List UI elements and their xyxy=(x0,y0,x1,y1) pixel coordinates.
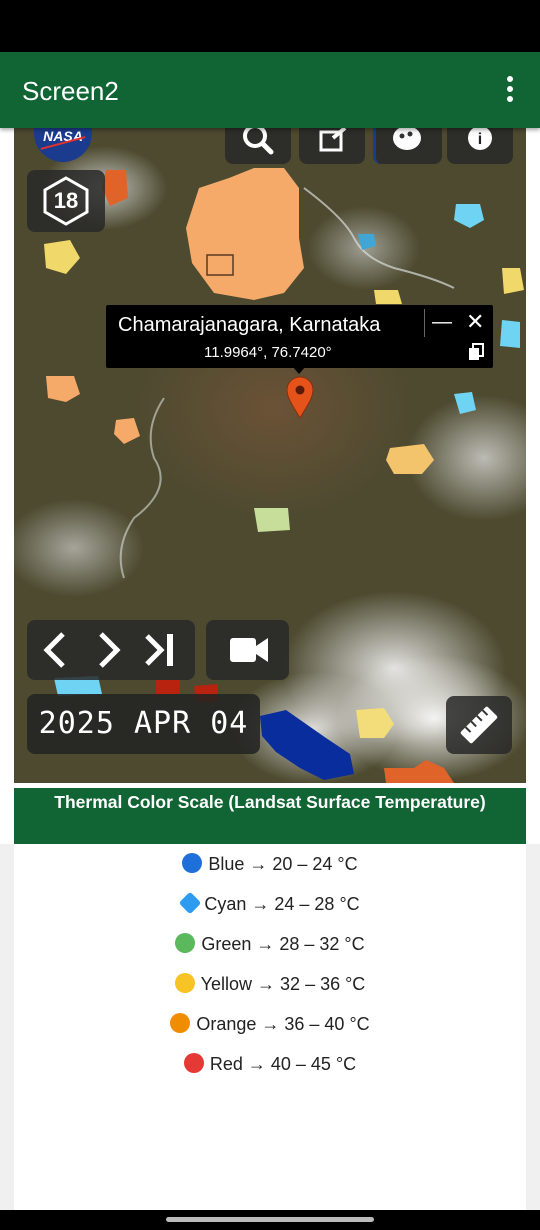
legend-item-orange: Orange → 36 – 40 °C xyxy=(14,1013,526,1035)
system-nav-bar xyxy=(0,1210,540,1230)
thermal-blue-zone xyxy=(260,710,354,780)
next-icon xyxy=(99,632,121,668)
thermal-orange-zone xyxy=(186,168,304,300)
zoom-level-badge[interactable]: 18 xyxy=(27,170,105,232)
ruler-icon xyxy=(460,706,498,744)
blue-diamond-icon xyxy=(179,891,202,915)
info-button[interactable]: i xyxy=(447,128,513,164)
minimize-icon[interactable]: — xyxy=(432,311,452,334)
legend-item-red: Red → 40 – 45 °C xyxy=(14,1053,526,1075)
previous-icon xyxy=(43,632,65,668)
satellite-map[interactable]: NASA i 18 xyxy=(14,128,526,783)
svg-text:i: i xyxy=(478,131,482,148)
app-title: Screen2 xyxy=(22,76,119,106)
location-marker-icon[interactable] xyxy=(285,376,315,420)
location-popup: Chamarajanagara, Karnataka 11.9964°, 76.… xyxy=(106,305,493,368)
thermal-red-zone xyxy=(102,170,128,206)
legend-label: Cyan → 24 – 28 °C xyxy=(204,894,360,914)
info-icon: i xyxy=(468,128,492,150)
search-button[interactable] xyxy=(225,128,291,164)
green-circle-icon xyxy=(175,933,196,954)
palette-button[interactable] xyxy=(373,128,442,164)
playback-icons xyxy=(43,632,173,668)
video-icon xyxy=(230,638,268,662)
orange-circle-icon xyxy=(170,1013,191,1034)
legend-item-green: Green → 28 – 32 °C xyxy=(14,933,526,955)
popup-divider xyxy=(424,309,425,337)
scale-title: Thermal Color Scale (Landsat Surface Tem… xyxy=(14,788,526,844)
legend-label: Green → 28 – 32 °C xyxy=(201,934,365,954)
thermal-legend: Blue → 20 – 24 °C Cyan → 24 – 28 °C Gree… xyxy=(14,844,526,1210)
ruler-button[interactable] xyxy=(446,696,512,754)
popup-place-name: Chamarajanagara, Karnataka xyxy=(118,314,381,336)
legend-label: Orange → 36 – 40 °C xyxy=(196,1014,370,1034)
app-bar: Screen2 xyxy=(0,52,540,128)
legend-item-blue: Blue → 20 – 24 °C xyxy=(14,853,526,875)
legend-item-cyan: Cyan → 24 – 28 °C xyxy=(14,891,526,915)
right-gutter xyxy=(526,844,540,1210)
legend-label: Yellow → 32 – 36 °C xyxy=(200,974,366,994)
playback-controls xyxy=(27,620,195,680)
red-circle-icon xyxy=(183,1053,204,1074)
status-bar xyxy=(0,0,540,52)
legend-label: Red → 40 – 45 °C xyxy=(209,1054,357,1074)
search-icon xyxy=(243,128,274,155)
close-icon[interactable]: ✕ xyxy=(466,309,484,335)
thermal-cyan-zone xyxy=(454,204,484,228)
yellow-circle-icon xyxy=(174,973,195,994)
share-button[interactable] xyxy=(299,128,365,164)
legend-label: Blue → 20 – 24 °C xyxy=(208,854,358,874)
date-display[interactable]: 2025 APR 04 xyxy=(27,694,260,754)
video-button[interactable] xyxy=(206,620,289,680)
home-gesture-pill[interactable] xyxy=(166,1217,374,1222)
copy-icon[interactable] xyxy=(468,343,484,361)
blue-circle-icon xyxy=(182,853,203,874)
popup-coordinates: 11.9964°, 76.7420° xyxy=(204,344,332,361)
left-gutter xyxy=(0,844,14,1210)
more-vert-icon[interactable] xyxy=(500,76,520,106)
zoom-level-text: 18 xyxy=(53,188,79,213)
palette-icon xyxy=(393,128,421,150)
legend-item-yellow: Yellow → 32 – 36 °C xyxy=(14,973,526,995)
skip-to-end-icon xyxy=(145,634,165,666)
popup-tail xyxy=(292,366,306,374)
share-icon xyxy=(319,128,347,152)
